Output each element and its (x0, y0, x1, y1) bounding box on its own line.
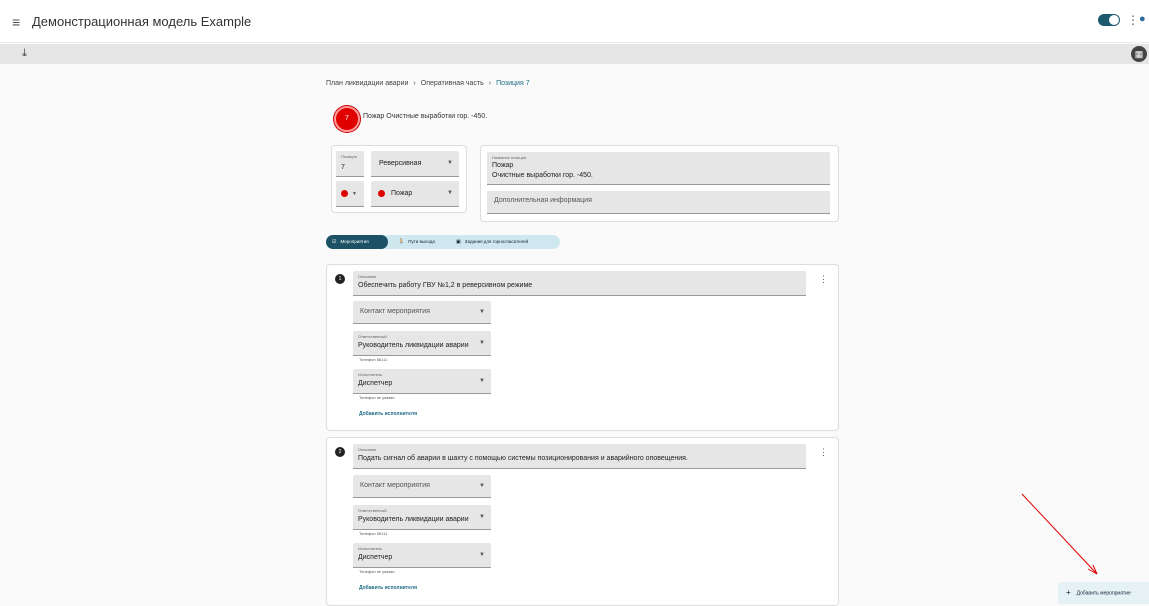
plus-icon: + (1066, 588, 1071, 597)
add-measure-button[interactable]: + Добавить мероприятие (1058, 582, 1149, 604)
annotation-arrow-icon (1021, 493, 1098, 575)
add-measure-label: Добавить мероприятие (1076, 590, 1131, 597)
